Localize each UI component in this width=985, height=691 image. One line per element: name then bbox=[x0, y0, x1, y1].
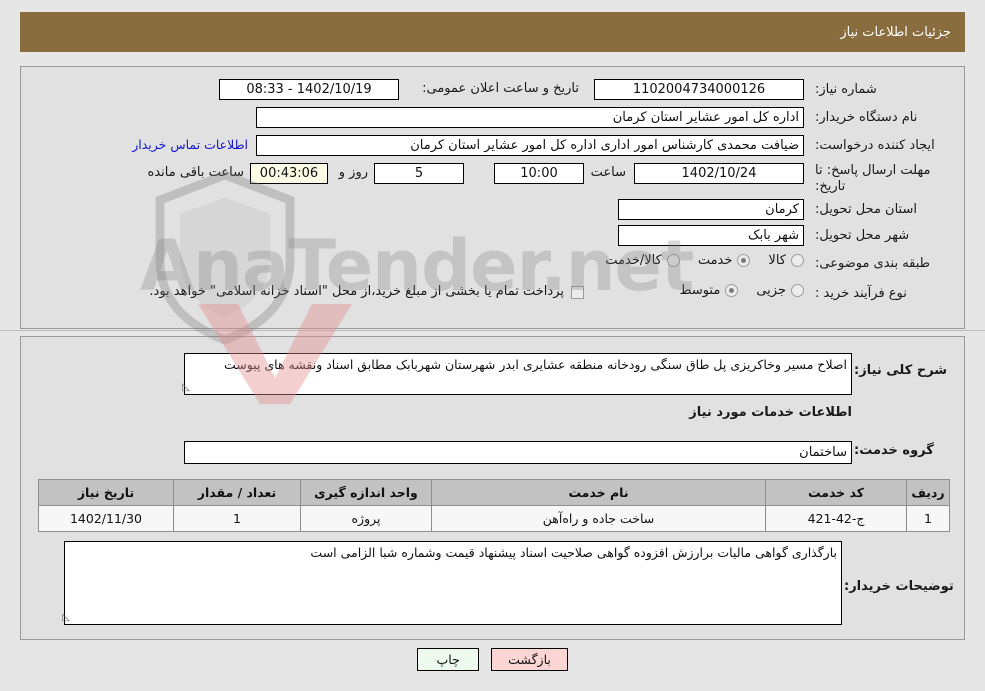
section-divider bbox=[0, 330, 985, 331]
col-unit: واحد اندازه گیری bbox=[300, 479, 432, 506]
process-radio-group: جزیی متوسط bbox=[661, 283, 804, 298]
col-service-code: کد خدمت bbox=[765, 479, 907, 506]
process-option-jozei-label: جزیی bbox=[756, 283, 786, 298]
remaining-time-input[interactable] bbox=[250, 163, 328, 184]
announce-datetime-input[interactable] bbox=[219, 79, 399, 100]
need-number-input[interactable] bbox=[594, 79, 804, 100]
services-table-body: 1 ج-42-421 ساخت جاده و راه‌آهن پروژه 1 1… bbox=[38, 505, 950, 532]
process-option-motavaset-label: متوسط bbox=[679, 283, 721, 298]
back-button[interactable]: بازگشت bbox=[491, 648, 568, 671]
process-option-motavaset[interactable]: متوسط bbox=[679, 283, 739, 298]
need-info-panel: شماره نیاز: تاریخ و ساعت اعلان عمومی: نا… bbox=[20, 66, 965, 329]
cell-service-name: ساخت جاده و راه‌آهن bbox=[431, 505, 766, 532]
deadline-label: مهلت ارسال پاسخ: تا تاریخ: bbox=[815, 163, 931, 194]
col-quantity: تعداد / مقدار bbox=[173, 479, 301, 506]
treasury-note-label: پرداخت تمام یا بخشی از مبلغ خرید،از محل … bbox=[149, 284, 564, 299]
general-desc-textarea[interactable] bbox=[184, 353, 852, 395]
buyer-notes-label: توضیحات خریدار: bbox=[844, 579, 954, 594]
page-title: جزئیات اطلاعات نیاز bbox=[840, 24, 951, 40]
deadline-date-input[interactable] bbox=[634, 163, 804, 184]
services-table-head: ردیف کد خدمت نام خدمت واحد اندازه گیری ت… bbox=[38, 479, 950, 506]
requester-input[interactable] bbox=[256, 135, 804, 156]
services-table: ردیف کد خدمت نام خدمت واحد اندازه گیری ت… bbox=[38, 479, 950, 532]
process-type-label: نوع فرآیند خرید : bbox=[815, 286, 907, 301]
province-label: استان محل تحویل: bbox=[815, 202, 917, 217]
buyer-notes-textarea[interactable] bbox=[64, 541, 842, 625]
general-desc-label: شرح کلی نیاز: bbox=[854, 363, 948, 378]
need-number-label: شماره نیاز: bbox=[815, 82, 877, 97]
hour-label: ساعت bbox=[590, 165, 626, 180]
table-header-row: ردیف کد خدمت نام خدمت واحد اندازه گیری ت… bbox=[38, 479, 950, 506]
buyer-org-label: نام دستگاه خریدار: bbox=[815, 110, 918, 125]
province-input[interactable] bbox=[618, 199, 804, 220]
service-group-label: گروه خدمت: bbox=[854, 443, 934, 458]
radio-icon-kala[interactable] bbox=[791, 254, 804, 267]
requester-label: ایجاد کننده درخواست: bbox=[815, 138, 935, 153]
col-need-date: تاریخ نیاز bbox=[38, 479, 174, 506]
cell-service-code: ج-42-421 bbox=[765, 505, 907, 532]
remaining-days-input[interactable] bbox=[374, 163, 464, 184]
col-row-no: ردیف bbox=[906, 479, 950, 506]
category-option-khedmat-label: خدمت bbox=[697, 253, 733, 268]
cell-row-no: 1 bbox=[906, 505, 950, 532]
category-option-khedmat[interactable]: خدمت bbox=[698, 253, 751, 268]
print-button[interactable]: چاپ bbox=[417, 648, 480, 671]
action-button-bar: بازگشت چاپ bbox=[0, 648, 985, 671]
services-section-title: اطلاعات خدمات مورد نیاز bbox=[689, 405, 852, 420]
deadline-time-input[interactable] bbox=[494, 163, 584, 184]
city-input[interactable] bbox=[618, 225, 804, 246]
page-header-bar: جزئیات اطلاعات نیاز bbox=[20, 12, 965, 52]
buyer-contact-link[interactable]: اطلاعات تماس خریدار bbox=[132, 137, 248, 152]
buyer-org-input[interactable] bbox=[256, 107, 804, 128]
category-label: طبقه بندی موضوعی: bbox=[815, 256, 931, 271]
cell-quantity: 1 bbox=[173, 505, 301, 532]
service-details-panel: شرح کلی نیاز: ◺ اطلاعات خدمات مورد نیاز … bbox=[20, 336, 965, 640]
remaining-time-label: ساعت باقی مانده bbox=[147, 165, 244, 180]
cell-need-date: 1402/11/30 bbox=[38, 505, 174, 532]
service-group-input[interactable] bbox=[184, 441, 852, 464]
category-option-kala[interactable]: کالا bbox=[768, 253, 804, 268]
category-radio-group: کالا خدمت کالا/خدمت bbox=[587, 253, 804, 268]
process-option-jozei[interactable]: جزیی bbox=[756, 283, 804, 298]
col-service-name: نام خدمت bbox=[431, 479, 766, 506]
category-option-kala-khedmat[interactable]: کالا/خدمت bbox=[605, 253, 680, 268]
category-option-kala-khedmat-label: کالا/خدمت bbox=[605, 253, 662, 268]
category-option-kala-label: کالا bbox=[768, 253, 786, 268]
announce-datetime-label: تاریخ و ساعت اعلان عمومی: bbox=[422, 81, 579, 96]
table-row[interactable]: 1 ج-42-421 ساخت جاده و راه‌آهن پروژه 1 1… bbox=[38, 505, 950, 532]
radio-icon-khedmat[interactable] bbox=[737, 254, 751, 267]
days-label: روز و bbox=[338, 165, 368, 180]
city-label: شهر محل تحویل: bbox=[815, 228, 910, 243]
cell-unit: پروژه bbox=[300, 505, 432, 532]
radio-icon-motavaset[interactable] bbox=[725, 284, 739, 297]
radio-icon-kala-khedmat[interactable] bbox=[666, 254, 680, 267]
radio-icon-jozei[interactable] bbox=[791, 284, 804, 297]
treasury-checkbox[interactable] bbox=[571, 286, 584, 299]
